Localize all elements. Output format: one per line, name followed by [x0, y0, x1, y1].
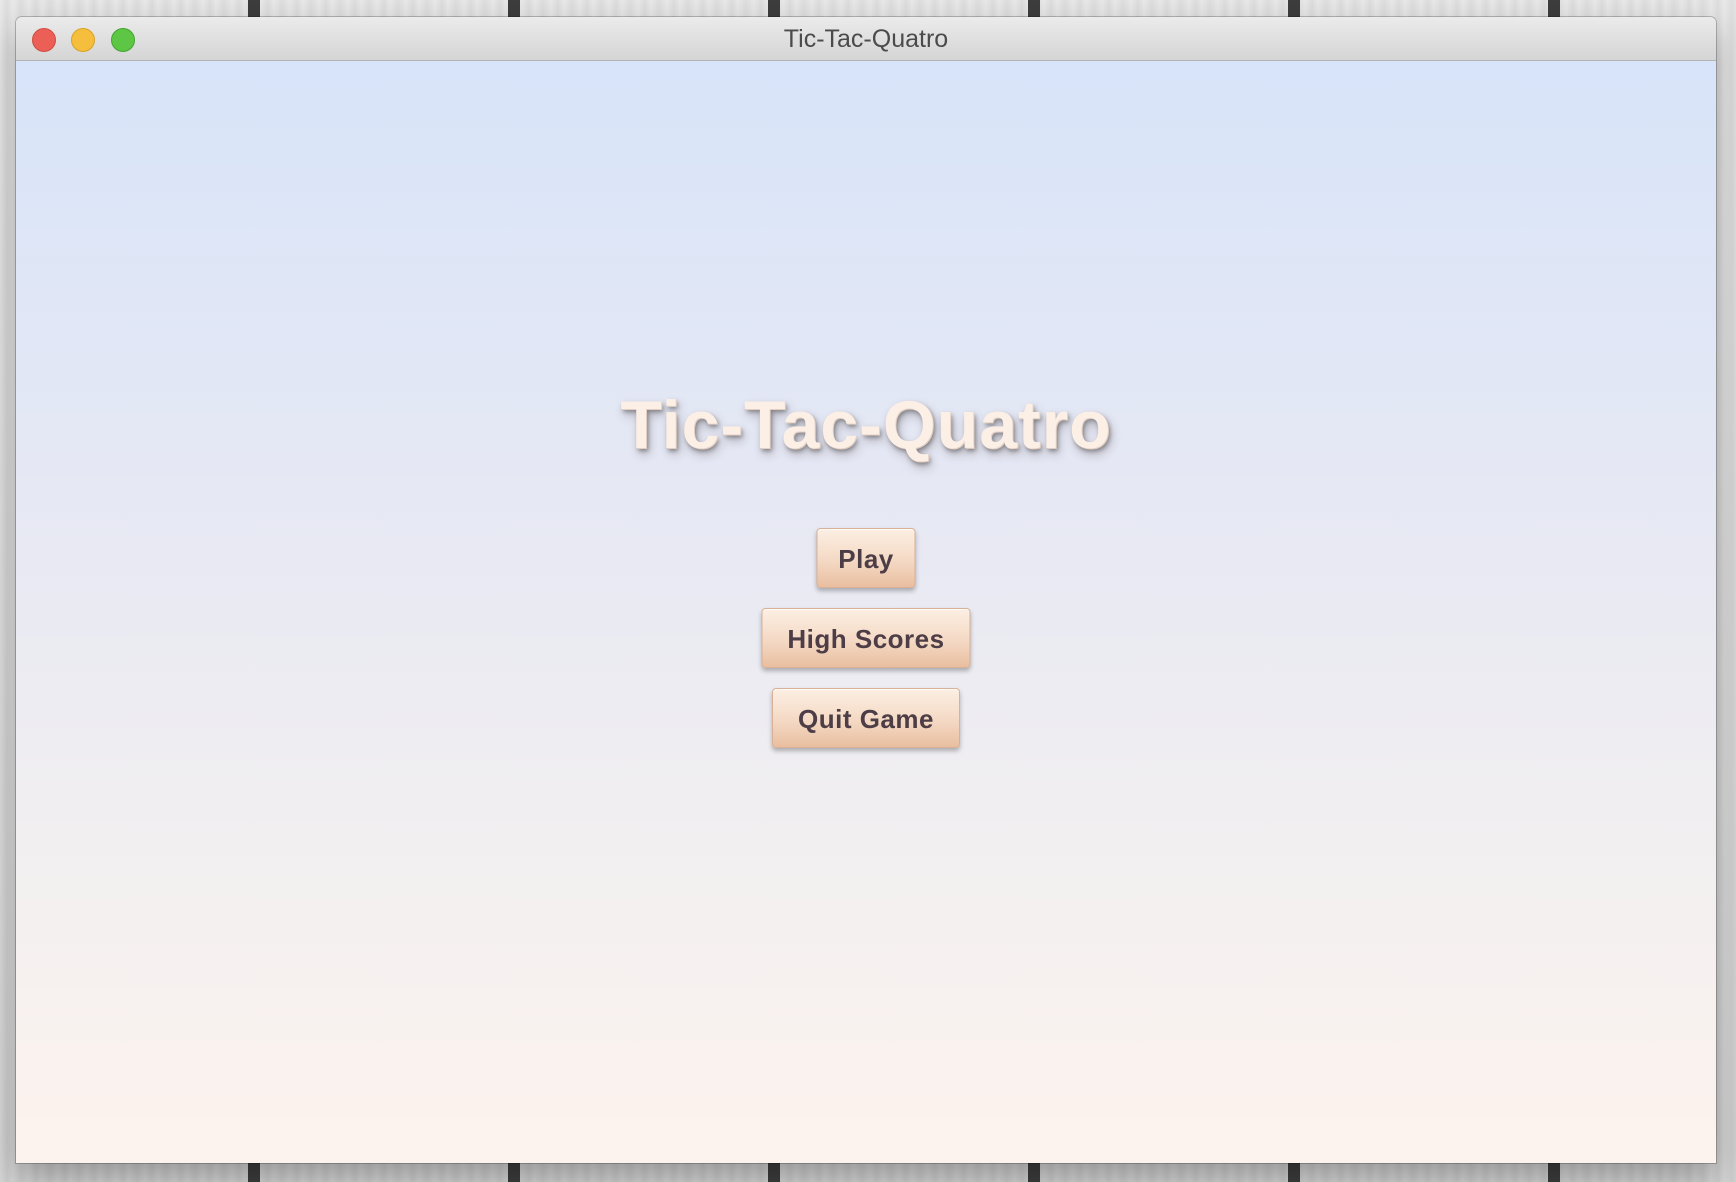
window-title: Tic-Tac-Quatro — [783, 25, 949, 53]
high-scores-button[interactable]: High Scores — [761, 608, 971, 668]
quit-game-button[interactable]: Quit Game — [772, 688, 960, 748]
play-button[interactable]: Play — [816, 528, 916, 588]
title-bar[interactable]: Tic-Tac-Quatro — [16, 17, 1716, 61]
app-window: Tic-Tac-Quatro Tic-Tac-Quatro Play High … — [16, 17, 1716, 1163]
main-menu-screen: Tic-Tac-Quatro Play High Scores Quit Gam… — [16, 61, 1716, 1163]
game-title: Tic-Tac-Quatro — [620, 387, 1112, 463]
